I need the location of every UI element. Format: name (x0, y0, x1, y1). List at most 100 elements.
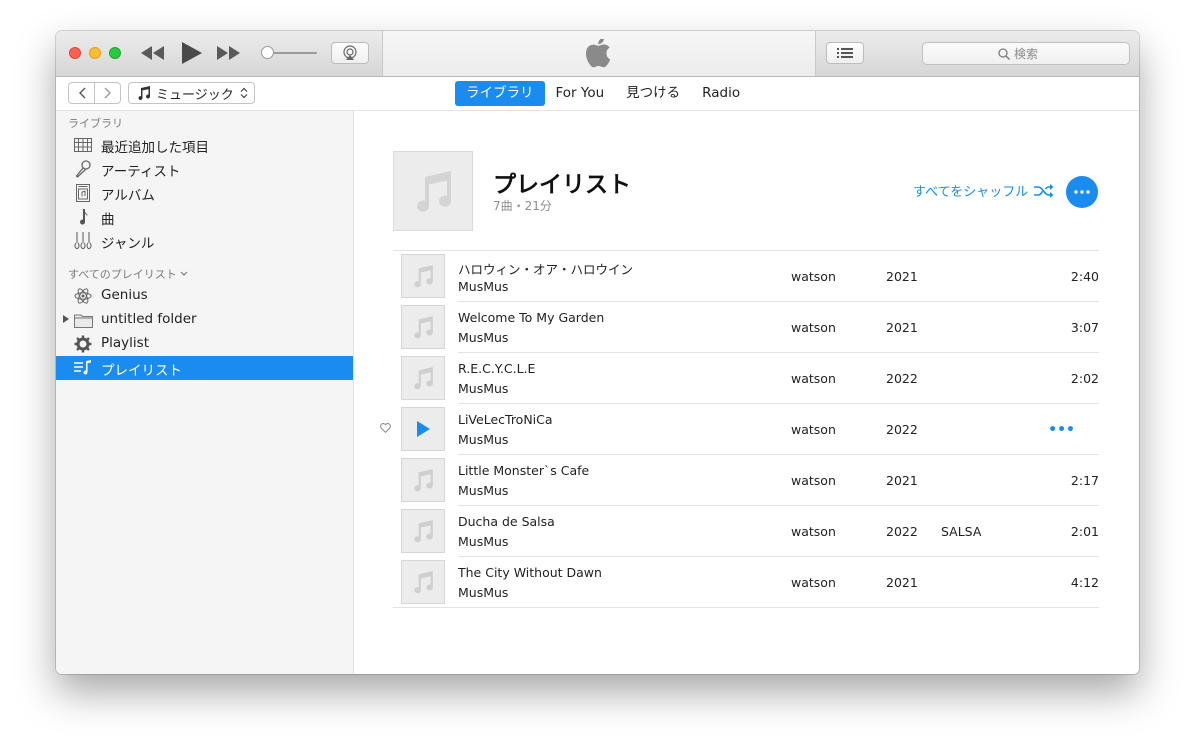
playlist-view: プレイリスト 7曲・21分 すべてをシャッフル ハロウィン・オア・ハロウイン M… (354, 111, 1139, 674)
track-row-hovered[interactable]: LiVeLecTroNiCa MusMus watson 2022 ••• (380, 404, 1099, 455)
music-note-icon (138, 86, 151, 100)
sidebar-item-label: untitled folder (101, 311, 197, 327)
shuffle-icon (1034, 183, 1054, 198)
track-duration: 4:12 (1070, 575, 1099, 590)
track-row[interactable]: Welcome To My Garden MusMus watson 2021 … (393, 302, 1099, 353)
itunes-window: ミュージック ライブラリ For You 見つける Radio ライブラリ 最近… (56, 31, 1139, 674)
track-title: LiVeLecTroNiCa (458, 412, 553, 427)
track-artwork[interactable] (401, 458, 445, 502)
sidebar-item-genres[interactable]: ジャンル (56, 229, 353, 253)
sidebar-item-albums[interactable]: アルバム (56, 181, 353, 205)
heart-icon[interactable] (380, 423, 391, 433)
track-artwork[interactable] (401, 254, 445, 298)
lcd-display (382, 31, 816, 76)
playlist-summary: 7曲・21分 (493, 199, 552, 213)
track-duration: 2:01 (1070, 524, 1099, 539)
track-year: 2022 (886, 524, 918, 539)
sidebar-item-label: 最近追加した項目 (101, 140, 209, 156)
track-artwork[interactable] (401, 356, 445, 400)
album-icon (73, 184, 93, 202)
track-row[interactable]: Little Monster`s Cafe MusMus watson 2021… (393, 455, 1099, 506)
track-artist[interactable]: MusMus (458, 585, 508, 600)
track-row[interactable]: Ducha de Salsa MusMus watson 2022 SALSA … (393, 506, 1099, 557)
track-row[interactable]: ハロウィン・オア・ハロウイン MusMus watson 2021 2:40 (393, 251, 1099, 302)
track-duration: 2:40 (1070, 269, 1099, 284)
track-album: watson (791, 422, 836, 437)
microphone-icon (73, 160, 93, 178)
playlists-section-title[interactable]: すべてのプレイリスト (68, 266, 188, 282)
track-artwork[interactable] (401, 305, 445, 349)
sidebar-item-artists[interactable]: アーティスト (56, 157, 353, 181)
zoom-window-button[interactable] (109, 47, 121, 59)
tab-library[interactable]: ライブラリ (455, 81, 545, 106)
playlist-artwork[interactable] (393, 151, 473, 231)
track-row[interactable]: The City Without Dawn MusMus watson 2021… (393, 557, 1099, 608)
folder-icon (73, 311, 93, 329)
track-artist[interactable]: MusMus (458, 279, 508, 294)
track-play-button[interactable] (401, 407, 445, 451)
guitars-icon (73, 232, 93, 250)
volume-knob[interactable] (261, 46, 274, 59)
sidebar-item-playlist-selected[interactable]: プレイリスト (56, 356, 353, 380)
shuffle-all-button[interactable]: すべてをシャッフル (913, 181, 1054, 200)
chevron-down-icon (180, 271, 188, 276)
track-artist[interactable]: MusMus (458, 432, 508, 447)
navigation-bar: ミュージック ライブラリ For You 見つける Radio (56, 77, 1139, 111)
track-artist[interactable]: MusMus (458, 330, 508, 345)
track-year: 2021 (886, 269, 918, 284)
track-duration: 2:17 (1070, 473, 1099, 488)
tab-browse[interactable]: 見つける (615, 81, 691, 106)
tab-radio[interactable]: Radio (691, 81, 751, 106)
music-note-icon (414, 265, 433, 288)
track-genre: SALSA (941, 524, 982, 539)
track-artist[interactable]: MusMus (458, 483, 508, 498)
music-note-icon (417, 171, 452, 212)
track-title: Ducha de Salsa (458, 514, 555, 529)
rewind-button[interactable] (140, 43, 166, 63)
minimize-window-button[interactable] (89, 47, 101, 59)
fast-forward-button[interactable] (216, 43, 242, 63)
music-note-icon (414, 316, 433, 339)
recently-added-icon (73, 136, 93, 154)
chevron-left-icon (78, 87, 85, 99)
forward-button[interactable] (94, 83, 120, 103)
track-row[interactable]: R.E.C.Y.C.L.E MusMus watson 2022 2:02 (393, 353, 1099, 404)
track-artwork[interactable] (401, 560, 445, 604)
volume-slider[interactable] (261, 46, 317, 60)
sidebar-item-label: ジャンル (101, 236, 155, 252)
ellipsis-icon (1074, 190, 1090, 194)
track-more-button[interactable]: ••• (1048, 422, 1075, 438)
track-album: watson (791, 524, 836, 539)
sidebar-item-recently-added[interactable]: 最近追加した項目 (56, 133, 353, 157)
sidebar-item-songs[interactable]: 曲 (56, 205, 353, 229)
playlist-more-button[interactable] (1066, 176, 1098, 208)
back-button[interactable] (69, 83, 94, 103)
sidebar-item-label: アーティスト (101, 164, 181, 180)
airplay-icon (343, 45, 357, 60)
track-duration: 3:07 (1070, 320, 1099, 335)
play-button[interactable] (179, 40, 205, 66)
shuffle-all-label: すべてをシャッフル (913, 185, 1029, 200)
track-artist[interactable]: MusMus (458, 381, 508, 396)
search-input[interactable] (1014, 46, 1054, 61)
sidebar-item-genius[interactable]: Genius (56, 284, 353, 308)
sidebar-item-untitled-folder[interactable]: untitled folder (56, 308, 353, 332)
airplay-button[interactable] (331, 42, 369, 64)
track-year: 2021 (886, 473, 918, 488)
title-bar (56, 31, 1139, 77)
track-artwork[interactable] (401, 509, 445, 553)
up-down-chevron-icon (240, 87, 248, 99)
tab-for-you[interactable]: For You (545, 81, 616, 106)
library-section-label: ライブラリ (68, 117, 123, 130)
close-window-button[interactable] (69, 47, 81, 59)
search-field[interactable] (922, 42, 1130, 65)
sidebar-item-label: Playlist (101, 335, 149, 351)
sidebar-item-playlist-smart[interactable]: Playlist (56, 332, 353, 356)
disclosure-triangle-icon[interactable] (63, 315, 69, 323)
track-year: 2021 (886, 575, 918, 590)
history-buttons (68, 82, 121, 104)
track-artist[interactable]: MusMus (458, 534, 508, 549)
media-kind-select[interactable]: ミュージック (128, 82, 255, 104)
up-next-button[interactable] (826, 42, 864, 64)
track-list: ハロウィン・オア・ハロウイン MusMus watson 2021 2:40 W… (380, 250, 1099, 608)
